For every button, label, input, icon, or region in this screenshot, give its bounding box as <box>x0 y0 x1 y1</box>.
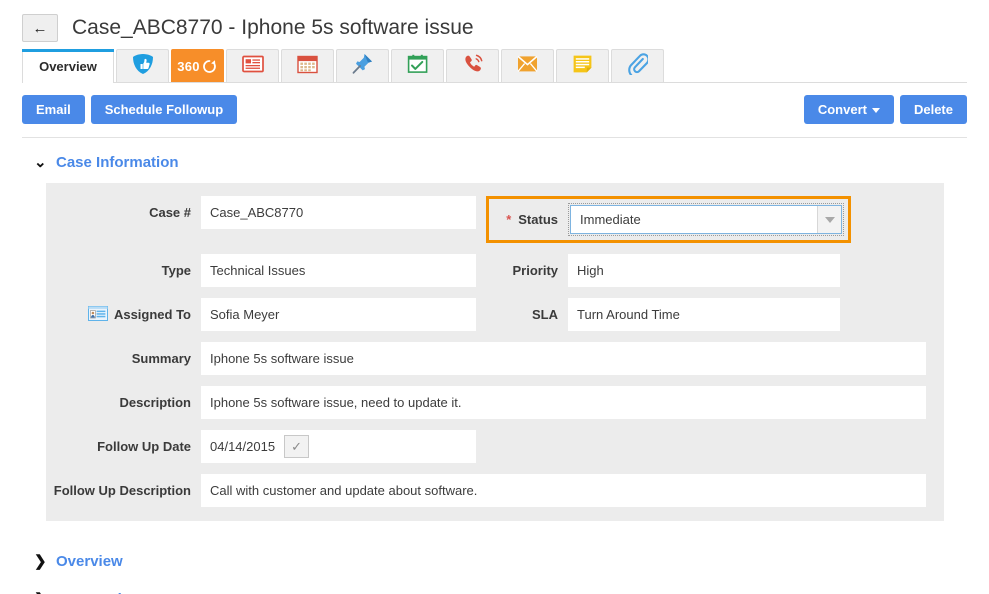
tab-calendar-check[interactable] <box>391 49 444 82</box>
assigned-to-label-text: Assigned To <box>113 307 191 322</box>
chevron-down-icon <box>871 108 880 114</box>
assigned-to-input[interactable]: Sofia Meyer <box>201 298 476 331</box>
schedule-followup-button[interactable]: Schedule Followup <box>90 95 238 124</box>
phone-ring-icon <box>462 53 484 80</box>
field-group-description: Description Iphone 5s software issue, ne… <box>46 386 926 419</box>
check-icon: ✓ <box>291 439 303 454</box>
assigned-to-label: Assigned To <box>46 305 201 324</box>
tab-attachments[interactable] <box>611 49 664 82</box>
thumbs-up-shield-icon <box>131 53 155 80</box>
page-header: ← Case_ABC8770 - Iphone 5s software issu… <box>0 0 989 46</box>
convert-button-label: Convert <box>817 102 867 117</box>
tab-overview[interactable]: Overview <box>22 49 114 83</box>
summary-input[interactable]: Iphone 5s software issue <box>201 342 926 375</box>
tab-phone[interactable] <box>446 49 499 82</box>
envelope-icon <box>517 55 538 78</box>
form-row-follow-up-description: Follow Up Description Call with customer… <box>46 474 944 507</box>
form-row-type-priority: Type Technical Issues Priority High <box>46 254 944 287</box>
tab-news[interactable] <box>226 49 279 82</box>
form-row-summary: Summary Iphone 5s software issue <box>46 342 944 375</box>
form-row-follow-up-date: Follow Up Date 04/14/2015 ✓ <box>46 430 944 463</box>
chevron-down-icon[interactable] <box>817 206 841 233</box>
type-input[interactable]: Technical Issues <box>201 254 476 287</box>
chevron-right-icon: ❯ <box>34 553 47 570</box>
tab-notes[interactable] <box>556 49 609 82</box>
field-group-status: * Status Immediate <box>486 196 944 243</box>
calendar-check-icon <box>407 54 428 79</box>
field-group-follow-up-description: Follow Up Description Call with customer… <box>46 474 926 507</box>
required-marker: * <box>506 212 512 227</box>
follow-up-date-input[interactable]: 04/14/2015 <box>210 439 275 454</box>
field-group-sla: SLA Turn Around Time <box>486 298 944 331</box>
field-group-priority: Priority High <box>486 254 944 287</box>
form-row-description: Description Iphone 5s software issue, ne… <box>46 386 944 419</box>
follow-up-description-label: Follow Up Description <box>53 483 191 498</box>
tab-overview-label: Overview <box>39 59 97 74</box>
convert-button[interactable]: Convert <box>803 95 894 124</box>
arrow-left-icon: ← <box>32 19 48 37</box>
priority-label: Priority <box>512 263 558 278</box>
type-label: Type <box>161 263 191 278</box>
360-refresh-icon: 360 <box>177 58 218 75</box>
field-group-case-number: Case # Case_ABC8770 <box>46 196 486 229</box>
field-group-assigned-to: Assigned To Sofia Meyer <box>46 298 486 331</box>
case-information-form: Case # Case_ABC8770 * Status Immediate T… <box>46 183 944 521</box>
section-title-case-information: Case Information <box>56 154 179 171</box>
description-input[interactable]: Iphone 5s software issue, need to update… <box>201 386 926 419</box>
field-group-follow-up-date: Follow Up Date 04/14/2015 ✓ <box>46 430 476 463</box>
delete-button[interactable]: Delete <box>899 95 967 124</box>
section-title-overview: Overview <box>56 553 123 570</box>
tab-thumbs-up-shield[interactable] <box>116 49 169 82</box>
chevron-down-icon: ⌄ <box>34 154 47 171</box>
tab-360-label: 360 <box>177 58 200 74</box>
tab-strip: Overview 360 <box>22 49 967 83</box>
section-header-overview[interactable]: ❯ Overview <box>34 553 294 570</box>
section-header-case-information[interactable]: ⌄ Case Information <box>34 154 294 171</box>
paperclip-icon <box>627 52 649 80</box>
sla-input[interactable]: Turn Around Time <box>568 298 840 331</box>
follow-up-description-input[interactable]: Call with customer and update about soft… <box>201 474 926 507</box>
collapsed-sections: ❯ Overview ❯ Reported By <box>0 553 989 594</box>
page-title: Case_ABC8770 - Iphone 5s software issue <box>72 16 474 39</box>
pushpin-icon <box>351 52 374 80</box>
follow-up-date-field: 04/14/2015 ✓ <box>201 430 476 463</box>
select-arrow-glyph <box>824 216 835 223</box>
follow-up-date-label: Follow Up Date <box>97 439 191 454</box>
tab-calendar[interactable] <box>281 49 334 82</box>
status-focus-ring: Immediate <box>568 203 844 236</box>
status-select[interactable]: Immediate <box>570 205 842 234</box>
tab-email[interactable] <box>501 49 554 82</box>
description-label: Description <box>119 395 191 410</box>
notes-icon <box>572 54 593 79</box>
action-toolbar: Email Schedule Followup Convert Delete <box>22 95 967 138</box>
email-button[interactable]: Email <box>22 95 85 124</box>
status-label: * Status <box>493 212 568 227</box>
form-row-case-status: Case # Case_ABC8770 * Status Immediate <box>46 196 944 243</box>
form-row-assigned-sla: Assigned To Sofia Meyer SLA Turn Around … <box>46 298 944 331</box>
summary-label: Summary <box>131 351 191 366</box>
calendar-icon <box>297 54 318 79</box>
back-button[interactable]: ← <box>22 14 58 42</box>
case-number-label: Case # <box>149 205 191 220</box>
contact-card-icon[interactable] <box>87 305 108 324</box>
case-number-input[interactable]: Case_ABC8770 <box>201 196 476 229</box>
tab-360[interactable]: 360 <box>171 49 224 82</box>
field-group-summary: Summary Iphone 5s software issue <box>46 342 926 375</box>
sla-label: SLA <box>532 307 558 322</box>
field-group-type: Type Technical Issues <box>46 254 486 287</box>
news-list-icon <box>241 55 264 78</box>
status-label-text: Status <box>518 212 558 227</box>
status-highlight-box: * Status Immediate <box>486 196 851 243</box>
status-select-value: Immediate <box>580 212 641 227</box>
tab-pushpin[interactable] <box>336 49 389 82</box>
date-confirm-button[interactable]: ✓ <box>284 435 310 458</box>
priority-input[interactable]: High <box>568 254 840 287</box>
